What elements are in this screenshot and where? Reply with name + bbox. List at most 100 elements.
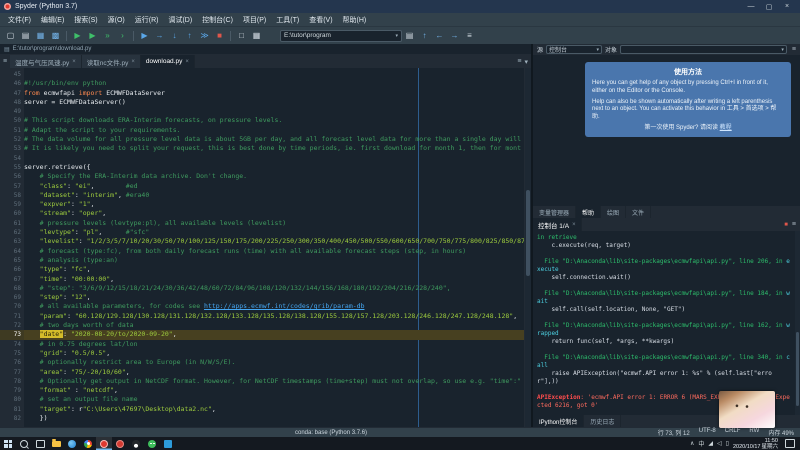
help-options-icon[interactable]: ≡ (792, 46, 796, 53)
taskbar-wechat-button[interactable] (144, 437, 160, 450)
tutorial-link[interactable]: 教程 (720, 125, 732, 131)
pane-tab-4[interactable]: 文件 (626, 206, 651, 218)
menu-item-1[interactable]: 文件(F) (3, 13, 36, 26)
interrupt-kernel-icon[interactable]: ■ (784, 222, 788, 228)
browse-working-dir-icon[interactable]: ▤ (403, 29, 416, 42)
pane-tab-3[interactable]: 绘图 (601, 206, 626, 218)
back-dir-icon[interactable]: ← (433, 29, 446, 42)
taskbar-clock[interactable]: 11:50 2020/10/17星期六 (733, 438, 778, 450)
stop-icon[interactable]: ■ (213, 29, 226, 42)
pane-tab-1[interactable]: 变量管理器 (533, 206, 576, 218)
run-cell-icon[interactable]: ▶ (86, 29, 99, 42)
gutter-line-number: 62 (0, 228, 24, 237)
minimize-button[interactable]: — (742, 0, 760, 13)
menu-item-7[interactable]: 控制台(C) (197, 13, 238, 26)
menu-item-10[interactable]: 查看(V) (304, 13, 337, 26)
code-area[interactable]: #!/usr/bin/env pythonfrom ecmwfapi impor… (24, 68, 525, 427)
console-tab[interactable]: 控制台 1/A × (533, 218, 582, 231)
editor-tab-1[interactable]: 温度与气压风速.py× (10, 55, 82, 68)
ipython-console[interactable]: in retrieve c.execute(req, target) File … (533, 231, 800, 415)
save-icon[interactable]: ▦ (34, 29, 47, 42)
browse-tabs-icon[interactable]: ≡ (3, 58, 7, 65)
code-line: "area": "75/-20/10/60", (24, 368, 525, 377)
start-button[interactable] (0, 437, 16, 450)
menu-item-3[interactable]: 搜索(S) (69, 13, 102, 26)
forward-dir-icon[interactable]: → (448, 29, 461, 42)
menu-item-2[interactable]: 编辑(E) (36, 13, 69, 26)
save-all-icon[interactable]: ▩ (49, 29, 62, 42)
step-return-icon[interactable]: ↑ (183, 29, 196, 42)
taskbar-netease-music-button[interactable] (112, 437, 128, 450)
task-view-button[interactable] (32, 437, 48, 450)
network-icon[interactable]: ◢ (708, 440, 713, 447)
run-icon[interactable]: ▶ (71, 29, 84, 42)
console-line (537, 282, 792, 290)
code-line: "step": "12", (24, 293, 525, 302)
maximize-pane-icon[interactable]: □ (235, 29, 248, 42)
working-directory-combobox[interactable]: E:\tutor\program ▾ (280, 30, 402, 42)
search-icon (20, 440, 28, 448)
taskbar-edge-button[interactable] (64, 437, 80, 450)
toolbar-icons: ▢▤▦▩▶▶»›▶→↓↑≫■□▦ (3, 29, 264, 42)
pane-tab-2[interactable]: 帮助 (576, 206, 601, 218)
editor-scrollbar-thumb[interactable] (526, 190, 530, 276)
battery-icon[interactable]: ▯ (726, 440, 729, 447)
console-area-tab-1[interactable]: IPython控制台 (533, 415, 584, 427)
console-area-tab-2[interactable]: 历史日志 (584, 415, 621, 427)
code-editor[interactable]: 4546474849505152535455565758596061626364… (0, 68, 531, 427)
menu-item-9[interactable]: 工具(T) (271, 13, 304, 26)
split-editor-icon[interactable]: ▾ (524, 58, 528, 66)
editor-tab-3[interactable]: download.py× (141, 55, 195, 68)
window-layout-icon[interactable]: ▦ (250, 29, 263, 42)
source-select[interactable]: 控制台 ▾ (546, 45, 602, 54)
go-up-dir-icon[interactable]: ↑ (418, 29, 431, 42)
menu-item-4[interactable]: 源(O) (103, 13, 130, 26)
ime-indicator[interactable]: 中 (698, 439, 704, 448)
object-combobox[interactable]: ▾ (620, 45, 787, 54)
menu-item-5[interactable]: 运行(R) (130, 13, 164, 26)
code-line: "dataset": "interim", #era40 (24, 191, 525, 200)
interpreter-status[interactable]: conda: base (Python 3.7.6) (295, 430, 367, 436)
menu-item-11[interactable]: 帮助(H) (338, 13, 372, 26)
taskbar-spyder-button[interactable] (96, 437, 112, 450)
close-button[interactable]: × (778, 0, 796, 13)
editor-tab-label: download.py (146, 58, 183, 65)
close-tab-icon[interactable]: × (72, 59, 76, 65)
tray-expand-icon[interactable]: ∧ (690, 440, 694, 447)
open-file-icon[interactable]: ▤ (19, 29, 32, 42)
editor-tab-2[interactable]: 读取nc文件.py× (82, 55, 141, 68)
editor-scrollbar[interactable] (524, 68, 531, 427)
menu-item-6[interactable]: 调试(D) (163, 13, 197, 26)
console-line: in retrieve (537, 234, 792, 242)
code-line: # pressure levels (levtype:pl), all avai… (24, 219, 525, 228)
menu-item-8[interactable]: 项目(P) (238, 13, 271, 26)
debug-icon[interactable]: ▶ (138, 29, 151, 42)
taskbar-chrome-button[interactable] (80, 437, 96, 450)
console-scrollbar-thumb[interactable] (796, 332, 799, 406)
code-line: # analysis (type:an) (24, 256, 525, 265)
taskbar-vscode-button[interactable] (160, 437, 176, 450)
console-options-icon[interactable]: ≡ (792, 221, 796, 228)
notification-center-icon[interactable] (785, 439, 795, 448)
run-selection-icon[interactable]: › (116, 29, 129, 42)
taskbar-qq-button[interactable] (128, 437, 144, 450)
chrome-icon (84, 440, 92, 448)
close-tab-icon[interactable]: × (131, 59, 135, 65)
toolbar-options-icon[interactable]: ≡ (463, 29, 476, 42)
run-cell-advance-icon[interactable]: » (101, 29, 114, 42)
step-over-icon[interactable]: → (153, 29, 166, 42)
maximize-button[interactable]: ▢ (760, 0, 778, 13)
close-console-icon[interactable]: × (572, 222, 576, 228)
continue-icon[interactable]: ≫ (198, 29, 211, 42)
close-tab-icon[interactable]: × (185, 59, 189, 65)
taskbar-search-button[interactable] (16, 437, 32, 450)
editor-options-icon[interactable]: ≡ (517, 58, 521, 65)
system-tray: ∧ 中 ◢ ◁ ▯ 11:50 2020/10/17星期六 (690, 438, 800, 450)
gutter-line-number: 77 (0, 368, 24, 377)
help-pane: 使用方法 Here you can get help of any object… (533, 55, 800, 206)
step-into-icon[interactable]: ↓ (168, 29, 181, 42)
volume-icon[interactable]: ◁ (717, 440, 722, 447)
taskbar-explorer-button[interactable] (48, 437, 64, 450)
new-file-icon[interactable]: ▢ (4, 29, 17, 42)
console-scrollbar[interactable] (795, 231, 800, 415)
